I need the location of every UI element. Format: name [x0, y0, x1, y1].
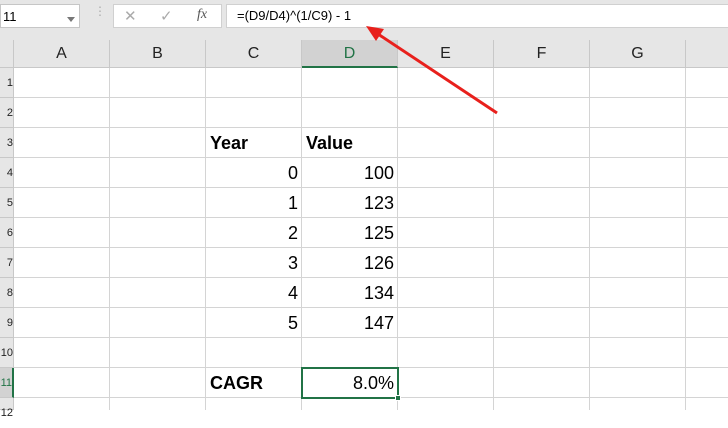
annotation-arrow: [366, 26, 498, 115]
arrow-line: [377, 32, 498, 115]
arrow-head: [366, 26, 384, 41]
